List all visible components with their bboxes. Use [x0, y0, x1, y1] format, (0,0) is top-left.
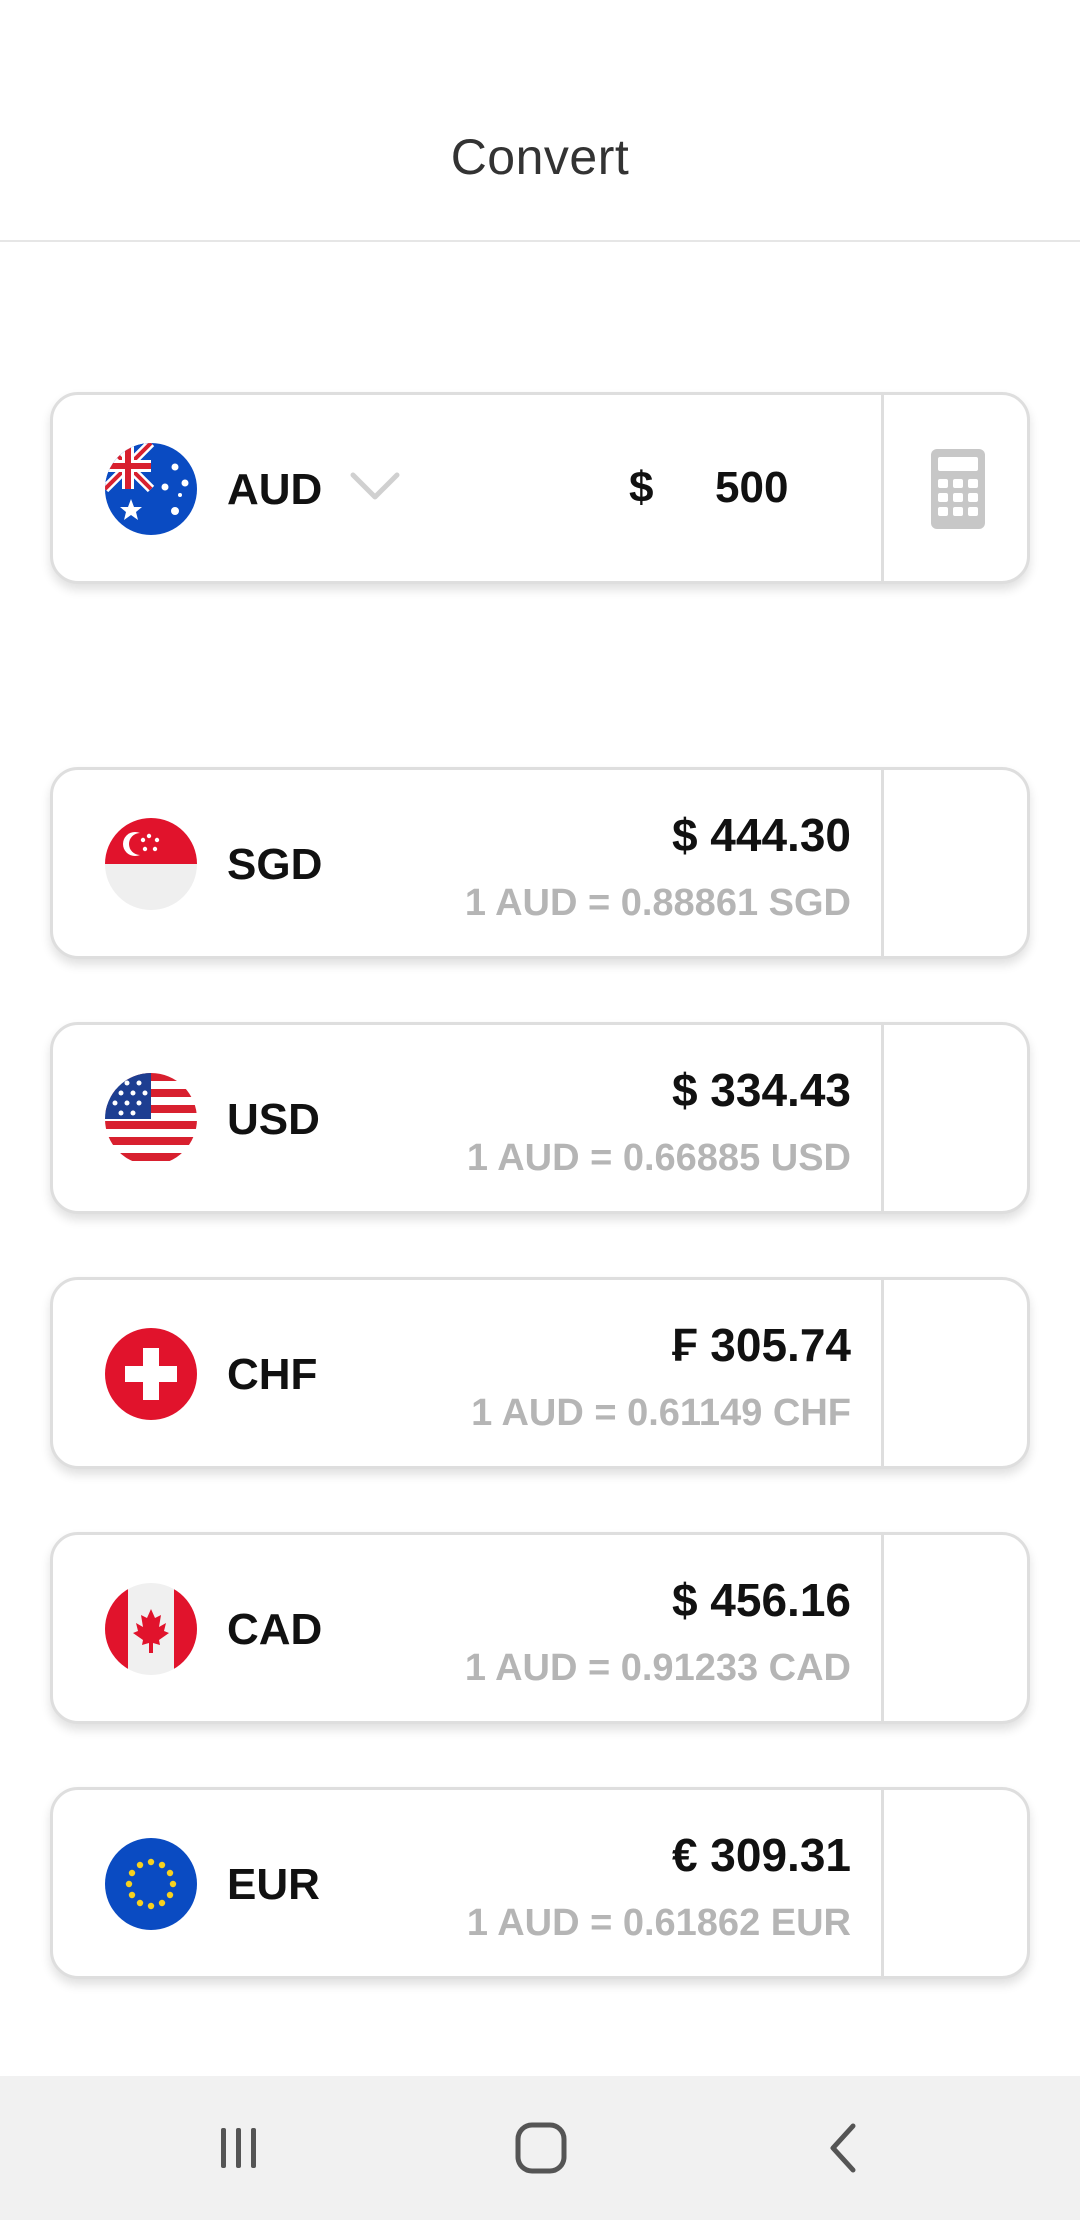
currency-card-usd[interactable]: USD $ 334.43 1 AUD = 0.66885 USD — [50, 1022, 1030, 1214]
canada-flag-icon — [105, 1583, 197, 1675]
converted-amount: ₣ 305.74 — [671, 1319, 851, 1371]
exchange-rate: 1 AUD = 0.88861 SGD — [464, 882, 851, 924]
currency-card-chf[interactable]: CHF ₣ 305.74 1 AUD = 0.61149 CHF — [50, 1277, 1030, 1469]
usa-flag-icon — [105, 1073, 197, 1165]
card-divider — [881, 1790, 884, 1976]
exchange-rate: 1 AUD = 0.61149 CHF — [471, 1392, 851, 1434]
currency-code: CAD — [227, 1605, 323, 1654]
converted-amount: $ 444.30 — [671, 809, 851, 861]
home-icon[interactable] — [506, 2118, 576, 2178]
currency-card-cad[interactable]: CAD $ 456.16 1 AUD = 0.91233 CAD — [50, 1532, 1030, 1724]
source-currency-code[interactable]: AUD — [227, 465, 322, 515]
singapore-flag-icon — [105, 818, 197, 910]
converted-amount: € 309.31 — [671, 1829, 851, 1881]
converted-amount: $ 456.16 — [671, 1574, 851, 1626]
card-divider — [881, 1280, 884, 1466]
currency-code: CHF — [227, 1350, 318, 1399]
switzerland-flag-icon — [105, 1328, 197, 1420]
currency-code: SGD — [227, 840, 323, 889]
exchange-rate: 1 AUD = 0.61862 EUR — [466, 1902, 851, 1944]
card-divider — [881, 770, 884, 956]
source-currency-card: AUD $ 500 — [50, 392, 1030, 584]
calculator-icon[interactable] — [929, 447, 987, 531]
source-currency-symbol: $ — [629, 463, 654, 512]
app-header: Convert — [0, 0, 1080, 242]
page-title: Convert — [450, 129, 630, 185]
eu-flag-icon — [105, 1838, 197, 1930]
exchange-rate: 1 AUD = 0.91233 CAD — [464, 1647, 851, 1689]
australia-flag-icon[interactable] — [105, 443, 197, 535]
currency-code: USD — [227, 1095, 320, 1144]
exchange-rate: 1 AUD = 0.66885 USD — [466, 1137, 851, 1179]
amount-input[interactable]: 500 — [715, 463, 788, 513]
currency-card-eur[interactable]: EUR € 309.31 1 AUD = 0.61862 EUR — [50, 1787, 1030, 1979]
card-divider — [881, 1535, 884, 1721]
card-divider — [881, 395, 884, 581]
converted-amount: $ 334.43 — [671, 1064, 851, 1116]
system-navigation-bar — [0, 2076, 1080, 2220]
currency-code: EUR — [227, 1860, 320, 1909]
recent-apps-icon[interactable] — [204, 2118, 274, 2178]
currency-card-sgd[interactable]: SGD $ 444.30 1 AUD = 0.88861 SGD — [50, 767, 1030, 959]
back-icon[interactable] — [808, 2118, 878, 2178]
card-divider — [881, 1025, 884, 1211]
chevron-down-icon[interactable] — [349, 467, 401, 507]
